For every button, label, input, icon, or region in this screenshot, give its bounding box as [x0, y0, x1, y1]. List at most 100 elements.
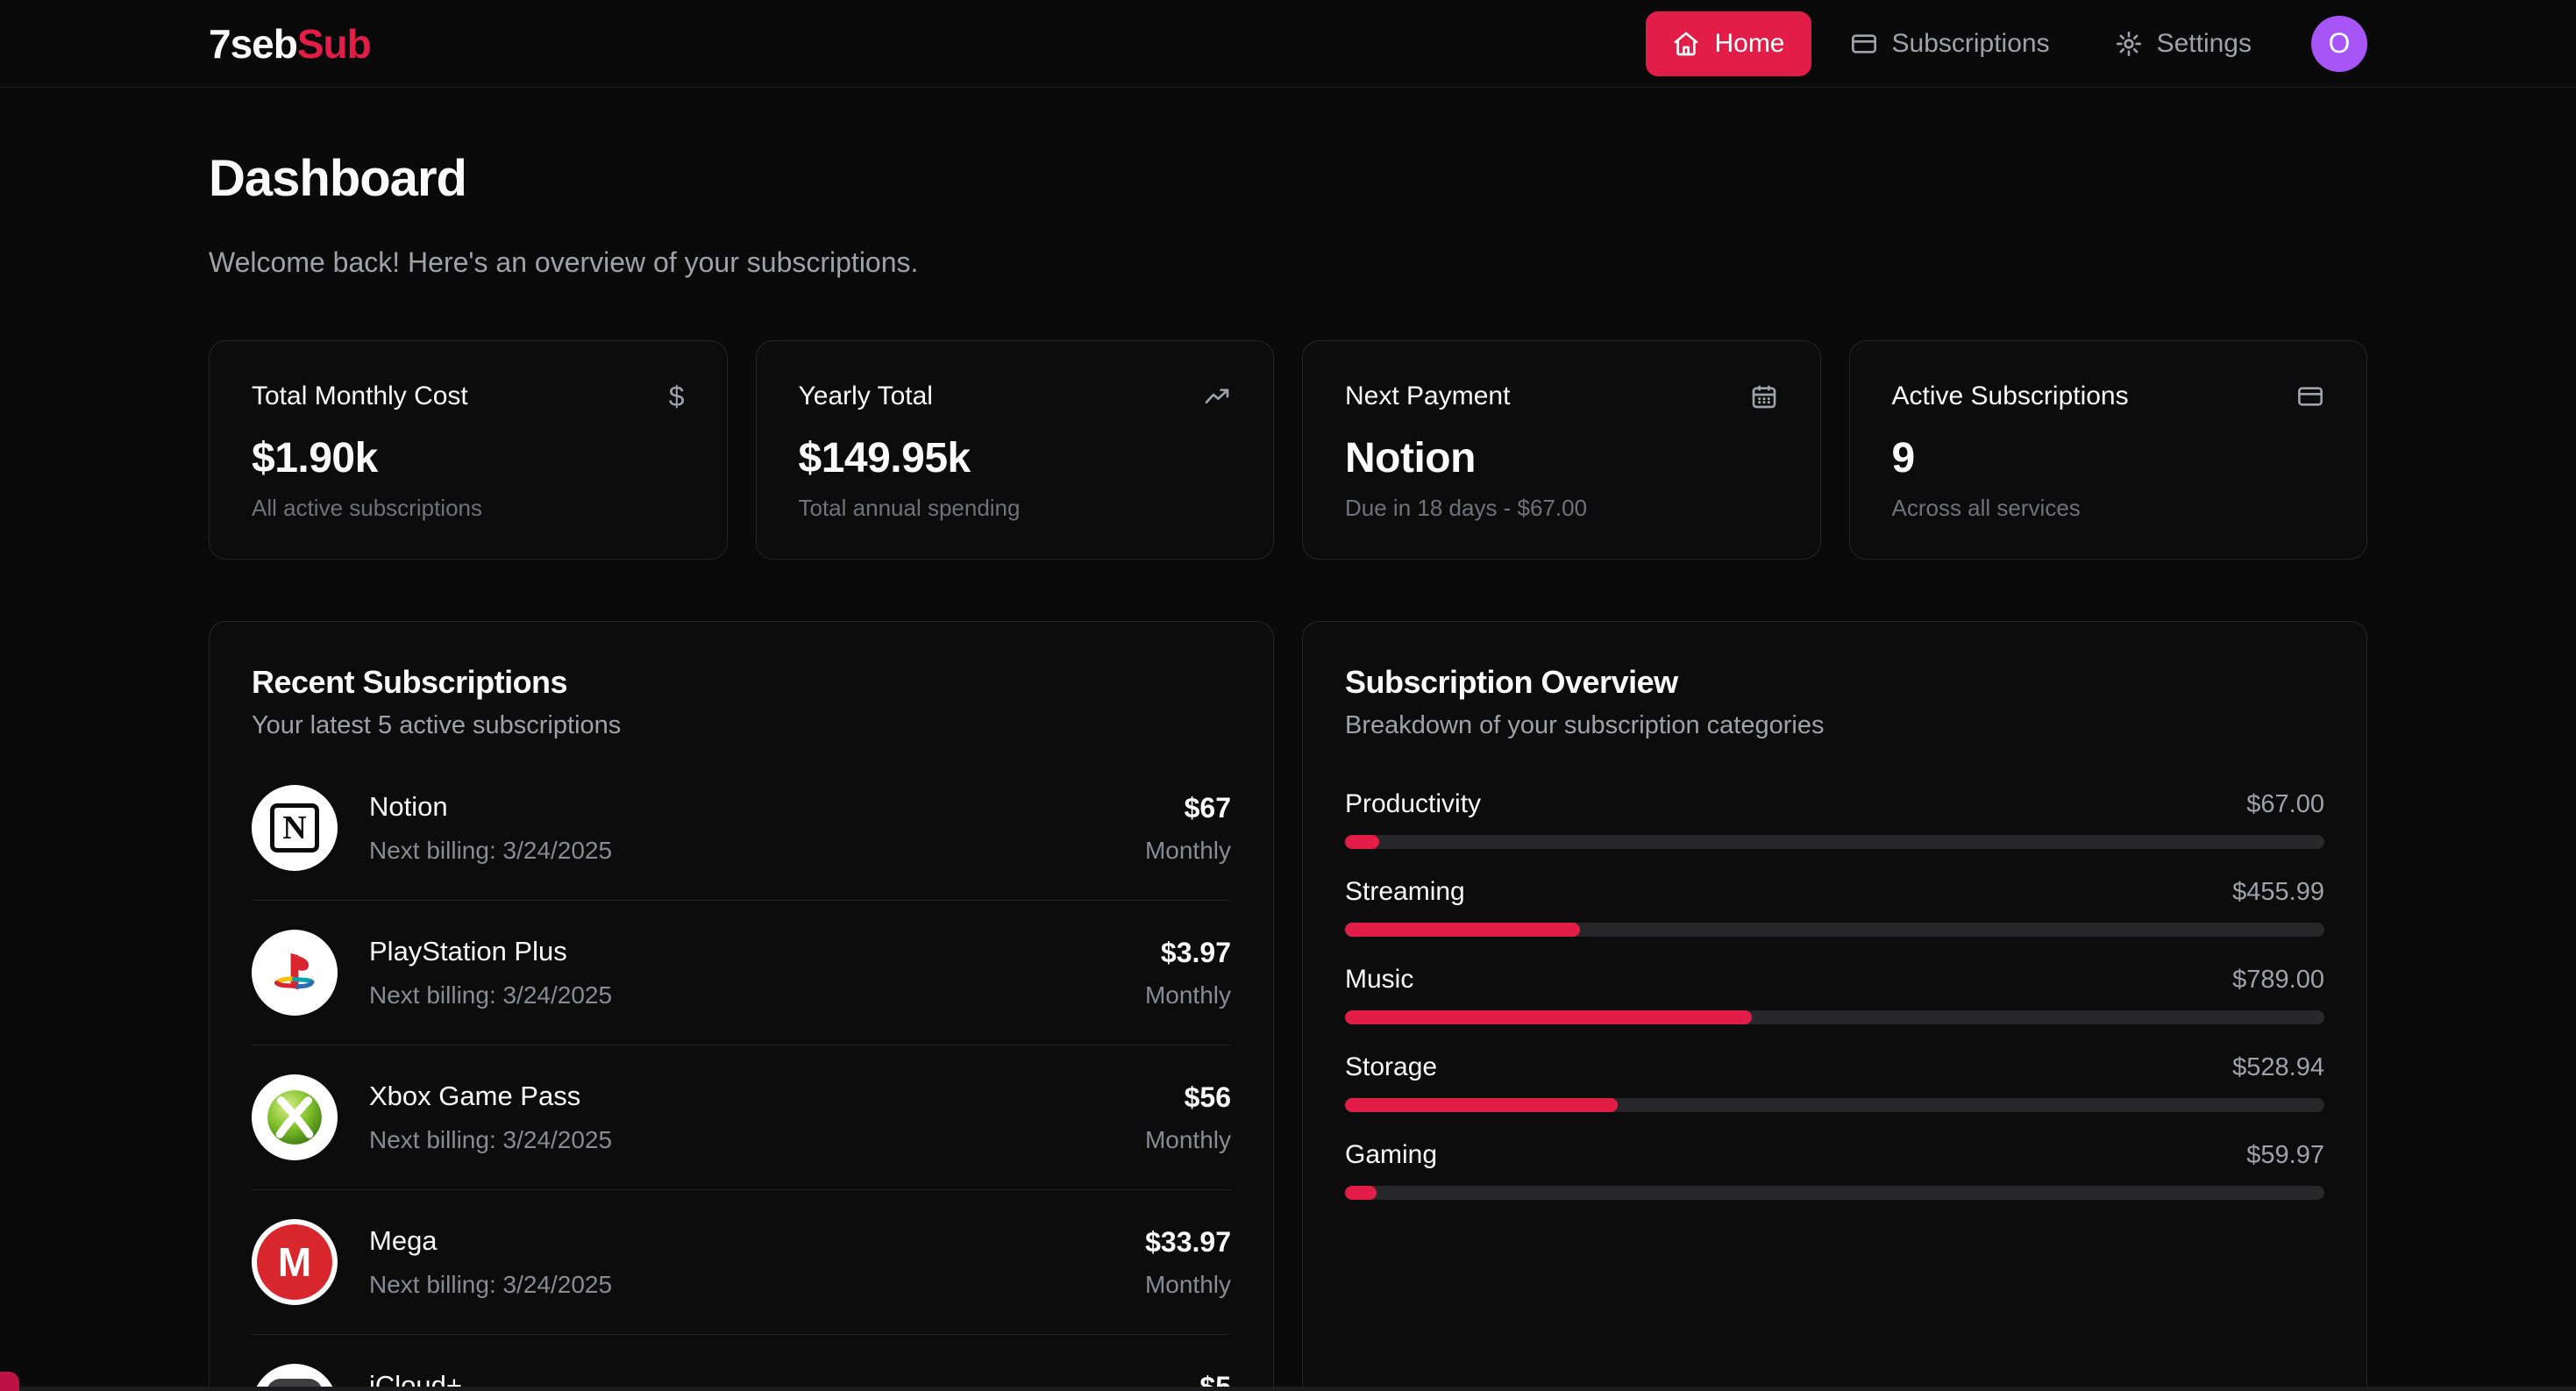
- nav-item-home[interactable]: Home: [1646, 11, 1811, 76]
- stat-value: $1.90k: [252, 436, 685, 482]
- panel-title: Recent Subscriptions: [252, 664, 1231, 701]
- subscription-billing: Next billing: 3/24/2025: [369, 1126, 1114, 1154]
- home-icon: [1672, 30, 1700, 58]
- progress-bar: [1345, 1186, 2324, 1200]
- subscription-billing: Next billing: 3/24/2025: [369, 981, 1114, 1009]
- list-item-xbox: Xbox Game Pass Next billing: 3/24/2025 $…: [252, 1045, 1231, 1189]
- progress-fill: [1345, 1010, 1752, 1024]
- brand-name-accent: Sub: [297, 21, 371, 67]
- nav-item-label: Subscriptions: [1892, 29, 2050, 59]
- category-breakdown: Productivity $67.00 Streaming $455.99 Mu…: [1345, 789, 2324, 1200]
- list-item-playstation: PlayStation Plus Next billing: 3/24/2025…: [252, 900, 1231, 1045]
- progress-fill: [1345, 1186, 1377, 1200]
- stat-cards: Total Monthly Cost $ $1.90k All active s…: [209, 340, 2367, 560]
- category-label: Streaming: [1345, 877, 1465, 907]
- subscription-price: $3.97: [1145, 937, 1231, 969]
- subscription-billing: Next billing: 3/24/2025: [369, 1271, 1114, 1299]
- category-amount: $67.00: [2246, 790, 2324, 819]
- progress-bar: [1345, 835, 2324, 849]
- category-label: Productivity: [1345, 789, 1481, 819]
- subscription-name: Notion: [369, 791, 1114, 823]
- nav-item-settings[interactable]: Settings: [2089, 11, 2278, 76]
- dollar-icon: $: [669, 382, 685, 410]
- brand-name-primary: 7seb: [209, 21, 297, 67]
- xbox-icon: [252, 1074, 338, 1160]
- nav-item-label: Home: [1714, 29, 1784, 59]
- brand-logo[interactable]: 7sebSub: [209, 20, 371, 68]
- category-amount: $455.99: [2232, 878, 2324, 907]
- avatar-initial: O: [2329, 27, 2351, 60]
- panel-title: Subscription Overview: [1345, 664, 2324, 701]
- progress-fill: [1345, 1098, 1618, 1112]
- playstation-icon: [252, 930, 338, 1016]
- dashboard-panels: Recent Subscriptions Your latest 5 activ…: [209, 621, 2367, 1391]
- subscription-name: PlayStation Plus: [369, 936, 1114, 967]
- subscription-billing: Next billing: 3/24/2025: [369, 837, 1114, 865]
- list-item-notion: N Notion Next billing: 3/24/2025 $67 Mon…: [252, 756, 1231, 900]
- recent-subscriptions-panel: Recent Subscriptions Your latest 5 activ…: [209, 621, 1274, 1391]
- stat-value: Notion: [1345, 436, 1778, 482]
- subscription-cycle: Monthly: [1145, 981, 1231, 1009]
- subscription-price: $56: [1145, 1081, 1231, 1114]
- category-gaming: Gaming $59.97: [1345, 1140, 2324, 1200]
- subscription-list: N Notion Next billing: 3/24/2025 $67 Mon…: [252, 756, 1231, 1391]
- stat-card-active-subscriptions: Active Subscriptions 9 Across all servic…: [1849, 340, 2368, 560]
- subscription-name: Xbox Game Pass: [369, 1081, 1114, 1112]
- category-amount: $59.97: [2246, 1141, 2324, 1170]
- category-music: Music $789.00: [1345, 965, 2324, 1024]
- calendar-icon: [1750, 382, 1778, 410]
- category-label: Music: [1345, 965, 1413, 995]
- progress-bar: [1345, 923, 2324, 937]
- subscription-name: Mega: [369, 1225, 1114, 1257]
- stat-description: All active subscriptions: [252, 495, 685, 522]
- stat-card-total-monthly: Total Monthly Cost $ $1.90k All active s…: [209, 340, 728, 560]
- page-subtitle: Welcome back! Here's an overview of your…: [209, 246, 2367, 279]
- subscription-cycle: Monthly: [1145, 1126, 1231, 1154]
- stat-label: Next Payment: [1345, 382, 1510, 411]
- stat-label: Yearly Total: [799, 382, 933, 411]
- category-productivity: Productivity $67.00: [1345, 789, 2324, 849]
- category-amount: $789.00: [2232, 966, 2324, 995]
- notion-icon: N: [252, 785, 338, 871]
- category-label: Gaming: [1345, 1140, 1437, 1170]
- stat-description: Due in 18 days - $67.00: [1345, 495, 1778, 522]
- panel-subtitle: Your latest 5 active subscriptions: [252, 711, 1231, 740]
- credit-card-icon: [2296, 382, 2324, 410]
- stat-card-next-payment: Next Payment Notion Due in 18 days - $67…: [1302, 340, 1821, 560]
- list-item-icloud: ☁ iCloud+ Next billing: 3/24/2025 $5 Mon…: [252, 1334, 1231, 1391]
- category-amount: $528.94: [2232, 1053, 2324, 1082]
- viewport-bottom-edge: [0, 1387, 2576, 1391]
- credit-card-icon: [1850, 30, 1878, 58]
- stat-card-yearly-total: Yearly Total $149.95k Total annual spend…: [756, 340, 1275, 560]
- pink-corner-fragment: [0, 1372, 19, 1391]
- nav-item-label: Settings: [2157, 29, 2252, 59]
- progress-bar: [1345, 1098, 2324, 1112]
- progress-fill: [1345, 835, 1379, 849]
- stat-value: $149.95k: [799, 436, 1232, 482]
- subscription-overview-panel: Subscription Overview Breakdown of your …: [1302, 621, 2367, 1391]
- mega-icon: M: [252, 1219, 338, 1305]
- subscription-cycle: Monthly: [1145, 837, 1231, 865]
- top-nav: 7sebSub Home Subscriptions Settings: [0, 0, 2576, 88]
- gear-icon: [2115, 30, 2143, 58]
- stat-value: 9: [1892, 436, 2325, 482]
- stat-description: Across all services: [1892, 495, 2325, 522]
- subscription-cycle: Monthly: [1145, 1271, 1231, 1299]
- user-avatar[interactable]: O: [2311, 16, 2367, 72]
- stat-label: Total Monthly Cost: [252, 382, 468, 411]
- panel-subtitle: Breakdown of your subscription categorie…: [1345, 711, 2324, 740]
- subscription-price: $33.97: [1145, 1226, 1231, 1259]
- nav-item-subscriptions[interactable]: Subscriptions: [1824, 11, 2076, 76]
- stat-label: Active Subscriptions: [1892, 382, 2129, 411]
- category-label: Storage: [1345, 1052, 1437, 1082]
- category-streaming: Streaming $455.99: [1345, 877, 2324, 937]
- subscription-price: $67: [1145, 792, 1231, 824]
- progress-fill: [1345, 923, 1580, 937]
- trending-up-icon: [1203, 382, 1231, 410]
- category-storage: Storage $528.94: [1345, 1052, 2324, 1112]
- stat-description: Total annual spending: [799, 495, 1232, 522]
- list-item-mega: M Mega Next billing: 3/24/2025 $33.97 Mo…: [252, 1189, 1231, 1334]
- page-title: Dashboard: [209, 149, 2367, 208]
- progress-bar: [1345, 1010, 2324, 1024]
- nav-items: Home Subscriptions Settings O: [1646, 11, 2367, 76]
